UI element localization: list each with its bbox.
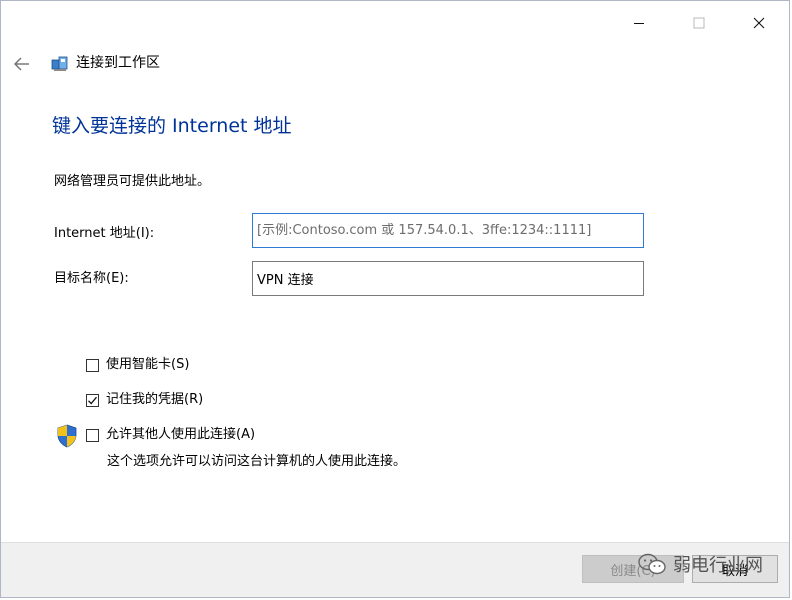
remember-credentials-checkbox[interactable] bbox=[86, 393, 99, 407]
remember-credentials-option[interactable]: 记住我的凭据(R) bbox=[86, 391, 203, 409]
allow-others-checkbox[interactable] bbox=[86, 428, 99, 442]
destination-name-label: 目标名称(E): bbox=[54, 271, 129, 286]
maximize-icon bbox=[693, 17, 705, 29]
uac-shield-icon bbox=[56, 424, 78, 448]
checkmark-icon bbox=[88, 396, 97, 404]
page-description: 网络管理员可提供此地址。 bbox=[54, 174, 211, 189]
navigation-bar: 连接到工作区 bbox=[1, 47, 789, 81]
arrow-left-icon bbox=[14, 57, 29, 71]
wizard-title: 连接到工作区 bbox=[76, 55, 160, 71]
window-controls bbox=[609, 1, 789, 45]
internet-address-label: Internet 地址(I): bbox=[54, 226, 155, 241]
minimize-button[interactable] bbox=[609, 1, 669, 45]
create-button[interactable]: 创建(C) bbox=[582, 555, 684, 583]
close-icon bbox=[753, 17, 765, 29]
smart-card-label: 使用智能卡(S) bbox=[106, 357, 190, 372]
dialog-window: 连接到工作区 键入要连接的 Internet 地址 网络管理员可提供此地址。 I… bbox=[0, 0, 790, 598]
cancel-button[interactable]: 取消 bbox=[692, 555, 778, 583]
page-heading: 键入要连接的 Internet 地址 bbox=[52, 115, 292, 137]
remember-credentials-label: 记住我的凭据(R) bbox=[106, 392, 204, 407]
allow-others-label: 允许其他人使用此连接(A) bbox=[106, 427, 256, 442]
workplace-network-icon bbox=[50, 54, 70, 74]
minimize-icon bbox=[634, 23, 644, 24]
allow-others-option[interactable]: 允许其他人使用此连接(A) bbox=[86, 426, 255, 444]
close-button[interactable] bbox=[729, 1, 789, 45]
allow-others-note: 这个选项允许可以访问这台计算机的人使用此连接。 bbox=[107, 454, 407, 469]
maximize-button[interactable] bbox=[669, 1, 729, 45]
internet-address-input[interactable] bbox=[252, 213, 644, 248]
back-button[interactable] bbox=[11, 53, 33, 75]
smart-card-option[interactable]: 使用智能卡(S) bbox=[86, 356, 189, 374]
destination-name-input[interactable] bbox=[252, 261, 644, 296]
dialog-footer: 创建(C) 取消 bbox=[1, 542, 789, 597]
smart-card-checkbox[interactable] bbox=[86, 358, 99, 372]
